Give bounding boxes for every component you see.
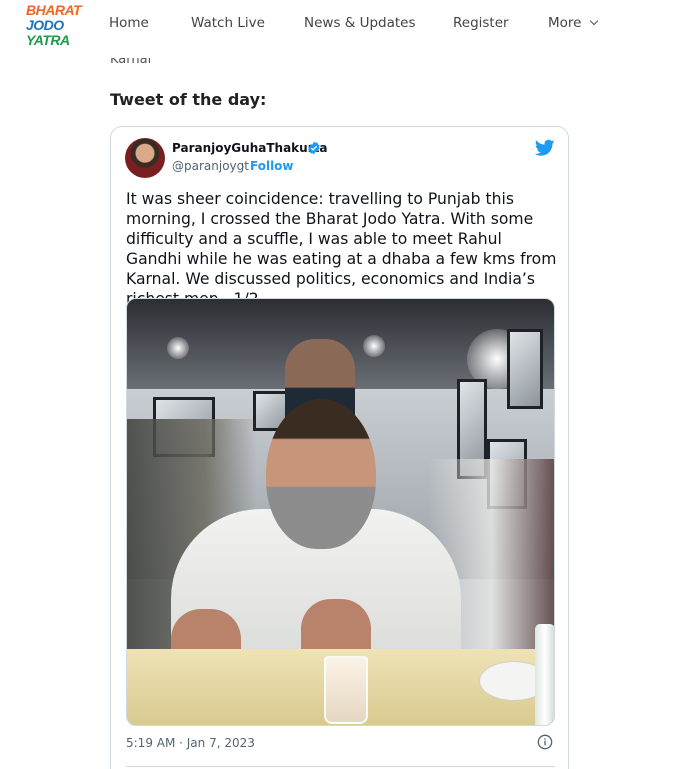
logo-line-2: JODO (26, 17, 64, 33)
nav-item-more[interactable]: More (548, 15, 599, 31)
info-icon[interactable] (537, 734, 553, 750)
nav-item-news-updates[interactable]: News & Updates (304, 15, 416, 31)
photo-lamp (167, 337, 189, 359)
photo-lamp (363, 335, 385, 357)
tweet-author-handle[interactable]: @paranjoygt (172, 159, 249, 173)
section-title: Tweet of the day: (110, 90, 267, 109)
top-nav: BHARAT JODO YATRA Home Watch Live News &… (0, 0, 700, 62)
tweet-photo[interactable] (126, 298, 555, 726)
photo-wall-frame (507, 329, 543, 409)
tweet-author-name[interactable]: ParanjoyGuhaThakurta (172, 141, 327, 155)
nav-item-register[interactable]: Register (453, 15, 509, 31)
nav-item-more-label: More (548, 15, 582, 31)
logo-line-1: BHARAT (26, 2, 82, 18)
photo-subject-head (266, 399, 376, 549)
chevron-down-icon (590, 16, 599, 26)
twitter-bird-icon[interactable] (535, 139, 555, 157)
logo-line-3: YATRA (26, 32, 70, 48)
follow-button[interactable]: Follow (250, 159, 294, 173)
tweet-text: It was sheer coincidence: travelling to … (126, 190, 557, 308)
avatar[interactable] (125, 138, 165, 178)
nav-item-home[interactable]: Home (109, 15, 149, 31)
photo-water-bottle (535, 624, 554, 725)
partially-hidden-text-label: Karnal (110, 58, 152, 67)
nav-item-watch-live[interactable]: Watch Live (191, 15, 265, 31)
embedded-tweet[interactable]: ParanjoyGuhaThakurta @paranjoygt · Follo… (110, 126, 569, 769)
partially-hidden-text: Karnal (110, 58, 170, 68)
photo-tea-glass (324, 656, 368, 724)
verified-badge-icon (308, 141, 320, 155)
separator-dot: · (241, 159, 245, 173)
tweet-timestamp[interactable]: 5:19 AM · Jan 7, 2023 (126, 736, 255, 750)
tweet-divider (126, 766, 555, 767)
bharat-jodo-yatra-logo[interactable]: BHARAT JODO YATRA (26, 2, 82, 57)
